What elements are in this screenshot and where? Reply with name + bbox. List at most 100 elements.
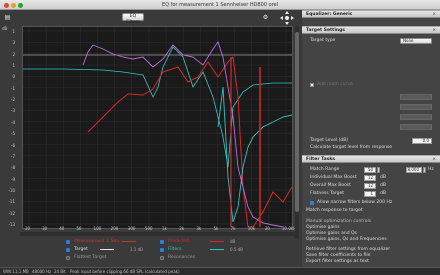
window-titlebar: EQ for measurement 1 Sennheiser HD800 or… — [0, 0, 440, 10]
equalizer-header[interactable]: Equalizer: Generic × — [302, 10, 440, 18]
filter-tasks-header[interactable]: Filter Tasks × — [302, 155, 440, 163]
gear-icon[interactable]: ⚙ — [262, 14, 269, 21]
scroll-thumb[interactable] — [295, 32, 299, 212]
x-tick-label: 300 — [127, 226, 136, 231]
target-type-label: Target type — [310, 38, 336, 43]
x-tick-label: 30 — [42, 226, 48, 231]
y-tick-label: -5 — [11, 131, 15, 137]
filters-label: Filters — [168, 247, 182, 252]
target-checkbox[interactable] — [66, 247, 70, 252]
graph-icon[interactable]: ▤ — [4, 14, 11, 21]
frequency-response-plot[interactable] — [22, 26, 293, 229]
add-room-curve-checkbox[interactable] — [310, 83, 314, 87]
target-value: 1.1 dB — [130, 247, 143, 252]
flattest-target-checkbox[interactable] — [66, 255, 70, 260]
y-tick-label: 1 — [12, 29, 15, 34]
equalizer-panel: Equalizer: Generic × Target Settings × T… — [302, 10, 440, 267]
filters-swatch — [210, 249, 224, 250]
x-tick-label: 7k — [230, 226, 236, 231]
allow-narrow-filters-checkbox[interactable] — [310, 201, 314, 205]
y-tick-label: -13 — [8, 222, 15, 227]
x-tick-label: 5k — [213, 226, 219, 231]
allow-narrow-filters-label: Allow narrow filters below 200 Hz — [317, 200, 393, 205]
vertical-scrollbar[interactable] — [295, 26, 299, 238]
x-tick-label: 3k — [196, 226, 202, 231]
room-curve-field[interactable] — [400, 104, 432, 110]
x-tick-label: 50 — [76, 226, 82, 231]
match-range-to-field[interactable]: 8,000 — [406, 167, 422, 173]
close-icon[interactable]: × — [432, 11, 436, 19]
calculate-target-level-button[interactable]: Calculate target level from response — [310, 145, 392, 150]
y-tick-label: -8 — [11, 165, 15, 171]
match-range-from-field[interactable]: 50 — [364, 167, 376, 173]
filter-tasks-header-label: Filter Tasks — [306, 157, 336, 162]
optimise-gains-qs-freq-button[interactable]: Optimise gains, Qs and Frequencies — [306, 237, 434, 243]
resonances-checkbox[interactable] — [160, 255, 164, 260]
eq-filters-button[interactable]: EQ Filters — [122, 13, 144, 25]
target-settings-header-label: Target Settings — [306, 28, 345, 33]
status-bar: WIN 11.1 MB 48000 Hz 24 Bit Peak input b… — [0, 267, 440, 275]
plot-svg — [23, 27, 293, 228]
x-tick-label: 2k — [179, 226, 185, 231]
db-unit: dB — [380, 191, 386, 196]
legend: Measurement 1 Sen... Predicted dB Target… — [60, 238, 300, 264]
close-icon[interactable]: × — [432, 156, 436, 164]
overall-max-boost-field[interactable]: 12 — [364, 183, 376, 189]
export-filters-button[interactable]: Export filter settings as text — [306, 259, 434, 265]
db-unit: dB — [380, 183, 386, 188]
x-tick-label: 20 — [264, 226, 270, 231]
bit-depth-status: 24 Bit — [54, 269, 66, 274]
measurement-checkbox[interactable] — [66, 239, 70, 244]
individual-max-boost-label: Individual Max Boost — [310, 175, 357, 180]
peak-input-status: Peak input before clipping 66 dB SPL (ca… — [70, 269, 180, 274]
db-unit: dB — [380, 175, 386, 180]
room-curve-field[interactable] — [400, 124, 432, 130]
overall-max-boost-label: Overall Max Boost — [310, 183, 351, 188]
match-range-label: Match Range — [310, 167, 340, 172]
x-tick-label: 200 — [110, 226, 119, 231]
y-tick-label: -7 — [11, 153, 15, 159]
horizontal-scrollbar[interactable] — [20, 232, 295, 236]
match-range-to-stepper[interactable] — [423, 167, 426, 173]
flatness-target-field[interactable]: 1 — [364, 191, 376, 197]
y-tick-label: -11 — [8, 199, 15, 205]
x-tick-label: 10k — [247, 226, 256, 231]
y-tick-label: -1 — [11, 85, 15, 91]
y-tick-label: -6 — [11, 142, 15, 148]
legend-row: Measurement 1 Sen... Predicted dB — [60, 238, 300, 245]
room-curve-field[interactable] — [400, 94, 432, 100]
filters-unit: 0.5 dB — [230, 247, 243, 252]
target-swatch — [100, 249, 114, 250]
target-settings-header[interactable]: Target Settings × — [302, 26, 440, 34]
individual-max-boost-field[interactable]: 12 — [364, 175, 376, 181]
zoom-control-icon[interactable] — [280, 11, 294, 25]
y-tick-label: 2 — [12, 51, 15, 57]
y-tick-label: -2 — [11, 97, 15, 103]
predicted-swatch — [210, 241, 224, 242]
y-tick-label: 3 — [12, 40, 15, 46]
target-level-field[interactable]: 0.0 — [412, 138, 432, 144]
graph-toolbar: ▤ EQ Filters ⚙ — [0, 10, 300, 26]
close-icon[interactable]: × — [432, 27, 436, 35]
memory-status: WIN 11.1 MB — [3, 269, 29, 274]
match-range-from-stepper[interactable] — [377, 167, 380, 173]
filters-checkbox[interactable] — [160, 247, 164, 252]
add-room-curve-label: Add room curve — [317, 82, 353, 87]
room-curve-field[interactable] — [400, 114, 432, 120]
flatness-target-label: Flatness Target — [310, 191, 345, 196]
legend-row: Flattest Target Resonances — [60, 254, 300, 261]
predicted-label: Predicted — [168, 239, 190, 244]
resonances-label: Resonances — [168, 255, 195, 260]
target-type-dropdown[interactable]: None — [400, 38, 432, 44]
x-tick-label: 500 — [144, 226, 153, 231]
predicted-checkbox[interactable] — [160, 239, 164, 244]
y-tick-label: 0 — [12, 74, 15, 80]
predicted-unit: dB — [230, 239, 236, 244]
window-title: EQ for measurement 1 Sennheiser HD800 or… — [161, 2, 279, 8]
measurement-label: Measurement 1 Sen... — [74, 239, 124, 244]
x-tick-label: 40 — [59, 226, 65, 231]
x-tick-label: 20 — [25, 226, 31, 231]
x-tick-label: 1k — [162, 226, 167, 231]
plot-grid — [23, 27, 292, 228]
match-response-button[interactable]: Match response to target — [306, 208, 434, 214]
